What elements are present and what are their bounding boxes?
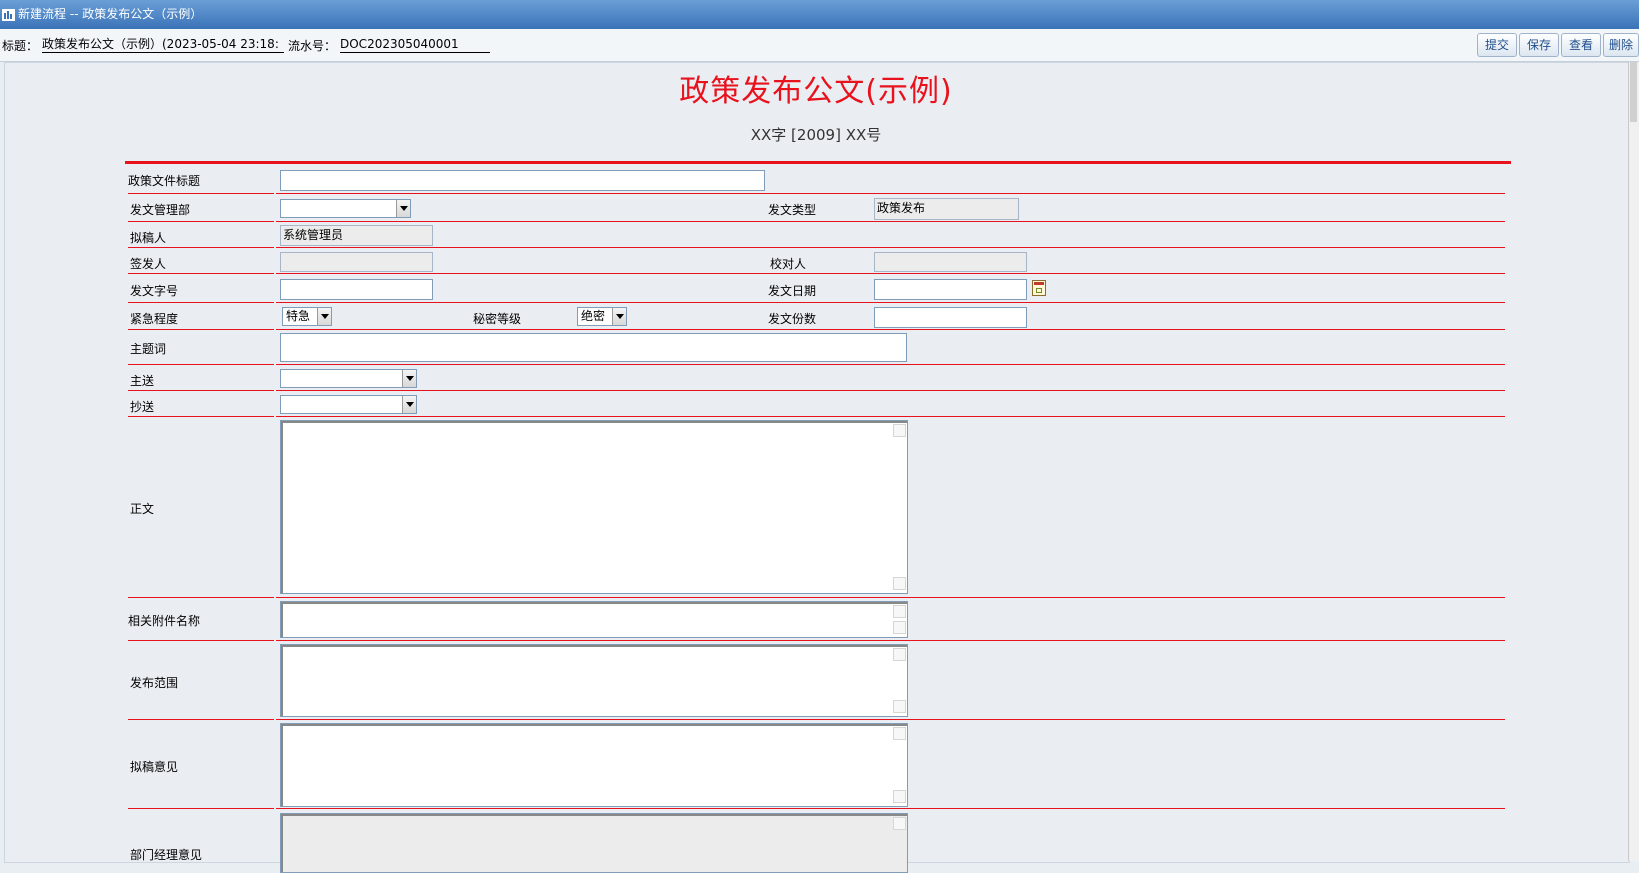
copies-label: 发文份数: [768, 312, 817, 326]
row-divider: [128, 273, 274, 274]
draft-opinion-textarea[interactable]: [280, 723, 908, 807]
urgency-select-value: 特急: [286, 309, 311, 323]
scroll-up-icon: [893, 424, 906, 437]
cc-select[interactable]: [280, 395, 417, 414]
secrecy-label: 秘密等级: [473, 312, 522, 326]
body-label: 正文: [130, 502, 155, 516]
vertical-scrollbar[interactable]: [1628, 62, 1639, 861]
calendar-icon[interactable]: [1032, 280, 1046, 296]
signer-label: 签发人: [130, 257, 167, 271]
attachments-textarea[interactable]: [280, 601, 908, 638]
row-divider: [276, 273, 1505, 274]
title-label: 标题：: [2, 39, 39, 53]
main-recipient-label: 主送: [130, 374, 155, 388]
chevron-down-icon[interactable]: [612, 308, 626, 325]
cc-label: 抄送: [130, 400, 155, 414]
row-divider: [128, 364, 274, 365]
drafter-field: 系统管理员: [280, 225, 433, 246]
signer-field: [280, 252, 433, 272]
row-divider: [276, 364, 1505, 365]
row-divider: [128, 302, 274, 303]
scroll-down-icon: [893, 577, 906, 590]
row-divider: [128, 719, 274, 720]
row-divider: [276, 302, 1505, 303]
row-divider: [276, 221, 1505, 222]
manager-opinion-label: 部门经理意见: [130, 848, 203, 862]
document-title: 政策发布公文(示例): [679, 74, 953, 109]
manager-opinion-textarea: [280, 813, 908, 873]
serial-label: 流水号：: [288, 39, 337, 53]
doc-type-field: 政策发布: [874, 198, 1019, 220]
save-button[interactable]: 保存: [1519, 33, 1559, 57]
keywords-input[interactable]: [280, 333, 907, 362]
doc-type-label: 发文类型: [768, 203, 817, 217]
urgency-select[interactable]: 特急: [282, 307, 332, 326]
copies-input[interactable]: [874, 307, 1027, 328]
scroll-up-icon: [893, 817, 906, 830]
scroll-down-icon: [893, 790, 906, 803]
delete-button[interactable]: 删除: [1603, 33, 1639, 57]
dept-label: 发文管理部: [130, 203, 191, 217]
secrecy-select[interactable]: 绝密: [577, 307, 627, 326]
row-divider: [276, 597, 1505, 598]
row-divider: [276, 247, 1505, 248]
row-divider: [276, 719, 1505, 720]
row-divider: [276, 640, 1505, 641]
dept-select[interactable]: [280, 199, 411, 218]
scope-label: 发布范围: [130, 676, 179, 690]
row-divider: [128, 193, 274, 194]
row-divider: [128, 597, 274, 598]
policy-title-label: 政策文件标题: [128, 174, 201, 188]
doc-number-input[interactable]: [280, 279, 433, 300]
row-divider: [276, 416, 1505, 417]
row-divider: [128, 808, 274, 809]
chevron-down-icon[interactable]: [402, 396, 416, 413]
urgency-label: 紧急程度: [130, 312, 179, 326]
row-divider: [128, 221, 274, 222]
row-divider: [128, 390, 274, 391]
scroll-up-icon: [893, 648, 906, 661]
row-divider: [276, 390, 1505, 391]
scroll-up-icon: [893, 605, 906, 618]
window-title-bar: 新建流程 -- 政策发布公文（示例）: [0, 0, 1639, 29]
chevron-down-icon[interactable]: [317, 308, 331, 325]
window-title: 新建流程 -- 政策发布公文（示例）: [18, 7, 203, 21]
row-divider: [128, 640, 274, 641]
row-divider: [128, 416, 274, 417]
keywords-label: 主题词: [130, 342, 167, 356]
secrecy-select-value: 绝密: [581, 309, 606, 323]
scroll-down-icon: [893, 700, 906, 713]
view-button[interactable]: 查看: [1561, 33, 1601, 57]
body-textarea[interactable]: [280, 420, 908, 594]
draft-opinion-label: 拟稿意见: [130, 760, 179, 774]
row-divider: [276, 193, 1505, 194]
proofreader-field: [874, 252, 1027, 272]
row-divider: [128, 247, 274, 248]
proofreader-label: 校对人: [770, 257, 807, 271]
submit-button[interactable]: 提交: [1477, 33, 1517, 57]
header-divider: [125, 161, 1511, 164]
document-subtitle: XX字 [2009] XX号: [750, 126, 882, 144]
drafter-label: 拟稿人: [130, 231, 167, 245]
issue-date-input[interactable]: [874, 279, 1027, 300]
chevron-down-icon[interactable]: [396, 200, 410, 217]
chevron-down-icon[interactable]: [402, 370, 416, 387]
policy-title-input[interactable]: [280, 170, 765, 191]
row-divider: [276, 808, 1505, 809]
scroll-up-icon: [893, 727, 906, 740]
row-divider: [128, 329, 274, 330]
serial-value: DOC202305040001: [340, 36, 490, 53]
toolbar: 标题： 政策发布公文（示例）(2023-05-04 23:18: 流水号： DO…: [0, 29, 1639, 62]
row-divider: [276, 329, 1505, 330]
title-value[interactable]: 政策发布公文（示例）(2023-05-04 23:18:: [42, 36, 284, 53]
doc-number-label: 发文字号: [130, 284, 179, 298]
issue-date-label: 发文日期: [768, 284, 817, 298]
attachments-label: 相关附件名称: [128, 614, 201, 628]
scroll-down-icon: [893, 621, 906, 634]
workflow-icon: [2, 9, 15, 21]
main-recipient-select[interactable]: [280, 369, 417, 388]
scope-textarea[interactable]: [280, 644, 908, 717]
